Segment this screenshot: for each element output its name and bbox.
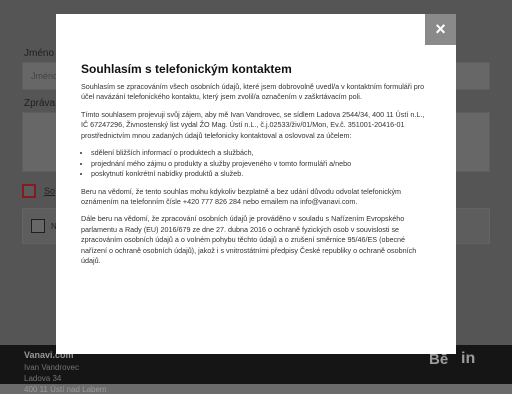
footer-city: 400 11 Ústí nad Labem <box>24 385 107 394</box>
modal-paragraph-3: Beru na vědomí, že tento souhlas mohu kd… <box>81 186 402 206</box>
modal-paragraph-2: Tímto souhlasem projevuji svůj zájem, ab… <box>81 109 425 140</box>
modal-title: Souhlasím s telefonickým kontaktem <box>81 62 292 76</box>
purpose-list: sdělení bližších informací o produktech … <box>81 148 431 179</box>
consent-modal: Souhlasím s telefonickým kontaktem Souhl… <box>56 14 456 354</box>
list-item: poskytnutí konkrétní nabídky produktů a … <box>91 169 431 179</box>
close-icon[interactable]: × <box>425 14 456 45</box>
list-item: sdělení bližších informací o produktech … <box>91 148 431 158</box>
modal-paragraph-4: Dále beru na vědomí, že zpracování osobn… <box>81 214 417 266</box>
list-item: projednání mého zájmu o produkty a služb… <box>91 159 431 169</box>
modal-paragraph-1: Souhlasím se zpracováním všech osobních … <box>81 82 425 102</box>
